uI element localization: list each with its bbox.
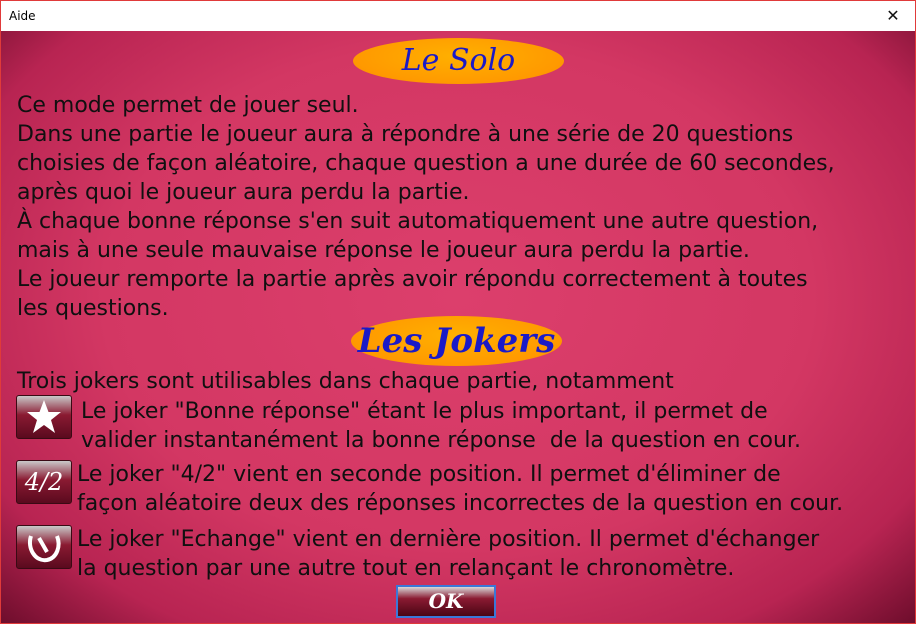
fifty-fifty-icon-label: 4/2 [24, 468, 64, 496]
solo-heading-badge: Le Solo [353, 38, 564, 84]
solo-line: À chaque bonne réponse s'en suit automat… [17, 209, 819, 234]
solo-line: mais à une seule mauvaise réponse le jou… [17, 238, 750, 263]
help-window: Aide ✕ Le Solo Ce mode permet de jouer s… [0, 0, 916, 624]
solo-line: après quoi le joueur aura perdu la parti… [17, 180, 470, 205]
joker-description-line: valider instantanément la bonne réponse … [81, 428, 801, 453]
joker-description-line: Le joker "Bonne réponse" étant le plus i… [81, 399, 768, 424]
help-content: Le Solo Ce mode permet de jouer seul. Da… [1, 31, 915, 623]
joker-description-line: Le joker "Echange" vient en dernière pos… [77, 527, 820, 552]
jokers-heading-badge: Les Jokers [351, 316, 562, 366]
ok-button[interactable]: OK [396, 585, 496, 618]
solo-line: choisies de façon aléatoire, chaque ques… [17, 151, 835, 176]
joker-description-line: la question par une autre tout en relanç… [77, 556, 735, 581]
close-button[interactable]: ✕ [871, 1, 915, 31]
joker-description-line: Le joker "4/2" vient en seconde position… [77, 462, 781, 487]
solo-line: les questions. [17, 296, 169, 321]
jokers-intro: Trois jokers sont utilisables dans chaqu… [17, 369, 674, 394]
ok-button-label: OK [428, 589, 464, 613]
jokers-heading: Les Jokers [357, 321, 556, 361]
solo-line: Le joueur remporte la partie après avoir… [17, 267, 808, 292]
star-icon [16, 395, 72, 439]
solo-line: Dans une partie le joueur aura à répondr… [17, 122, 794, 147]
solo-line: Ce mode permet de jouer seul. [17, 93, 359, 118]
solo-heading: Le Solo [401, 43, 516, 78]
close-icon: ✕ [886, 6, 900, 25]
exchange-icon [16, 525, 72, 569]
title-bar: Aide ✕ [1, 1, 915, 31]
joker-description-line: façon aléatoire deux des réponses incorr… [77, 491, 844, 516]
window-title: Aide [9, 9, 36, 23]
fifty-fifty-icon: 4/2 [16, 460, 72, 504]
